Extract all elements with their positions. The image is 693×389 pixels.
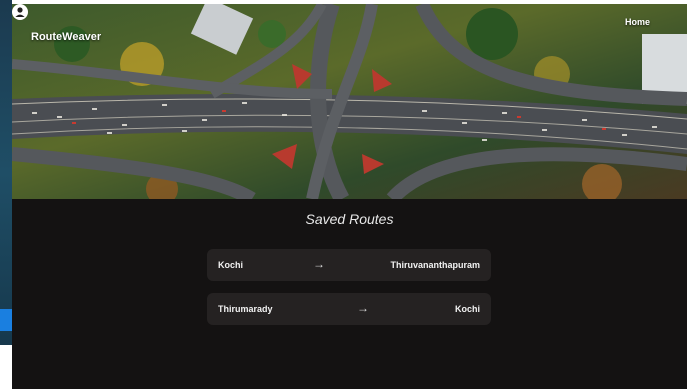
route-origin: Thirumarady xyxy=(218,304,273,314)
saved-route-card[interactable]: Thirumarady → Kochi xyxy=(207,293,491,325)
app-window: RouteWeaver Home Saved Routes Kochi → Th… xyxy=(12,4,687,389)
desktop-taskbar-indicator xyxy=(0,309,12,331)
route-destination: Thiruvananthapuram xyxy=(390,260,480,270)
brand-logo[interactable]: RouteWeaver xyxy=(31,31,101,43)
desktop-background xyxy=(0,0,12,345)
saved-route-card[interactable]: Kochi → Thiruvananthapuram xyxy=(207,249,491,281)
nav-home-link[interactable]: Home xyxy=(625,17,650,27)
route-origin: Kochi xyxy=(218,260,244,270)
arrow-right-icon: → xyxy=(357,301,369,315)
user-icon[interactable] xyxy=(12,4,28,20)
arrow-right-icon: → xyxy=(313,257,325,271)
highway-aerial-image xyxy=(12,4,687,199)
route-destination: Kochi xyxy=(454,304,480,314)
hero-banner: RouteWeaver Home xyxy=(12,4,687,199)
page-title: Saved Routes xyxy=(305,211,394,227)
